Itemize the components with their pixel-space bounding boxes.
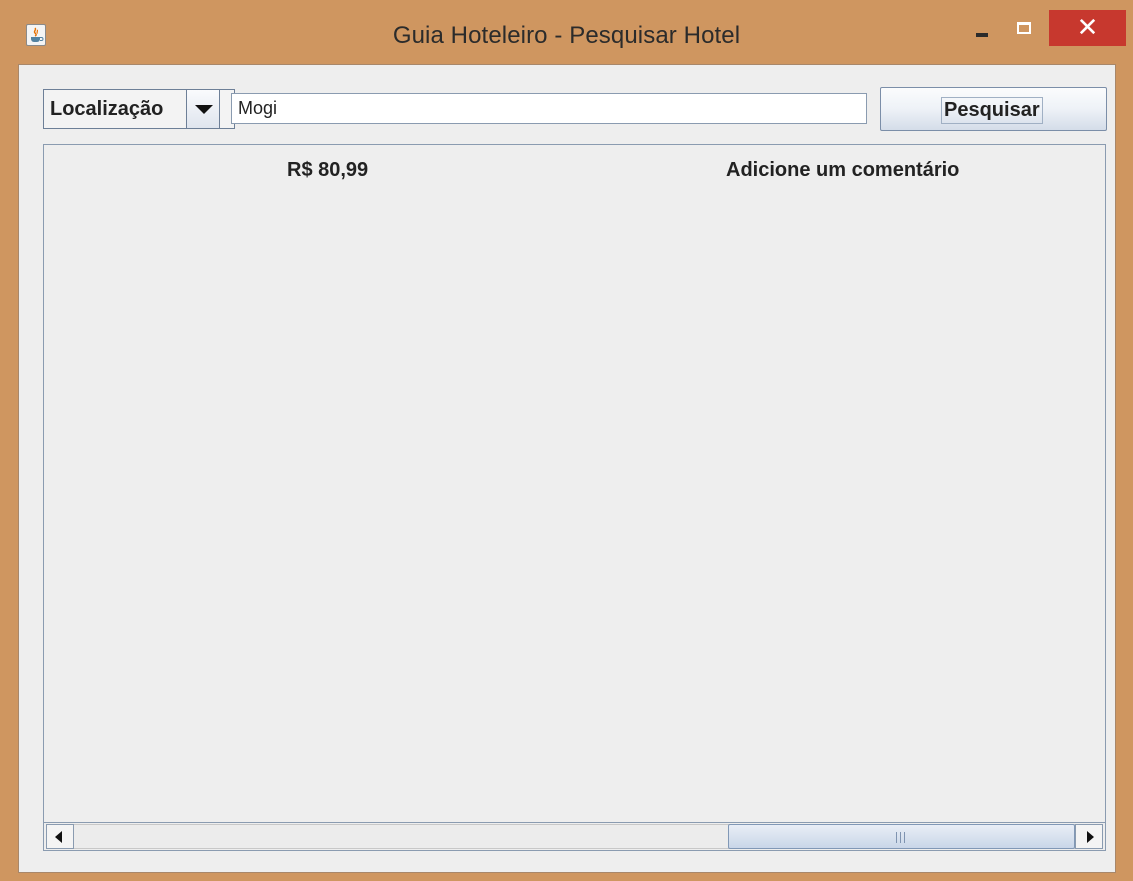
search-button[interactable]: Pesquisar — [880, 87, 1107, 131]
scroll-right-icon[interactable] — [1075, 824, 1103, 849]
search-button-label: Pesquisar — [941, 97, 1043, 124]
horizontal-scrollbar[interactable] — [44, 822, 1105, 850]
minimize-icon[interactable] — [966, 10, 1002, 46]
grip-icon — [896, 832, 905, 843]
hotel-price: R$ 80,99 — [287, 159, 369, 181]
close-button[interactable]: ✕ — [1049, 10, 1126, 46]
window-title: Guia Hoteleiro - Pesquisar Hotel — [392, 22, 741, 49]
title-bar[interactable]: Guia Hoteleiro - Pesquisar Hotel ✕ — [0, 0, 1133, 64]
chevron-down-icon[interactable] — [186, 89, 220, 129]
maximize-icon[interactable] — [1006, 10, 1042, 46]
search-filter-selected: Localização — [50, 98, 164, 120]
search-filter-dropdown[interactable]: Localização — [43, 89, 235, 129]
add-comment-link[interactable]: Adicione um comentário — [726, 159, 959, 182]
content-pane: Localização Pesquisar R$ 80,99 Adicione … — [18, 64, 1116, 873]
results-panel[interactable]: R$ 80,99 Adicione um comentário — [43, 144, 1106, 851]
app-window: Guia Hoteleiro - Pesquisar Hotel ✕ Local… — [0, 0, 1133, 881]
scrollbar-thumb[interactable] — [728, 824, 1075, 849]
search-input[interactable] — [231, 93, 867, 124]
scroll-left-icon[interactable] — [46, 824, 74, 849]
close-icon: ✕ — [1076, 13, 1099, 43]
